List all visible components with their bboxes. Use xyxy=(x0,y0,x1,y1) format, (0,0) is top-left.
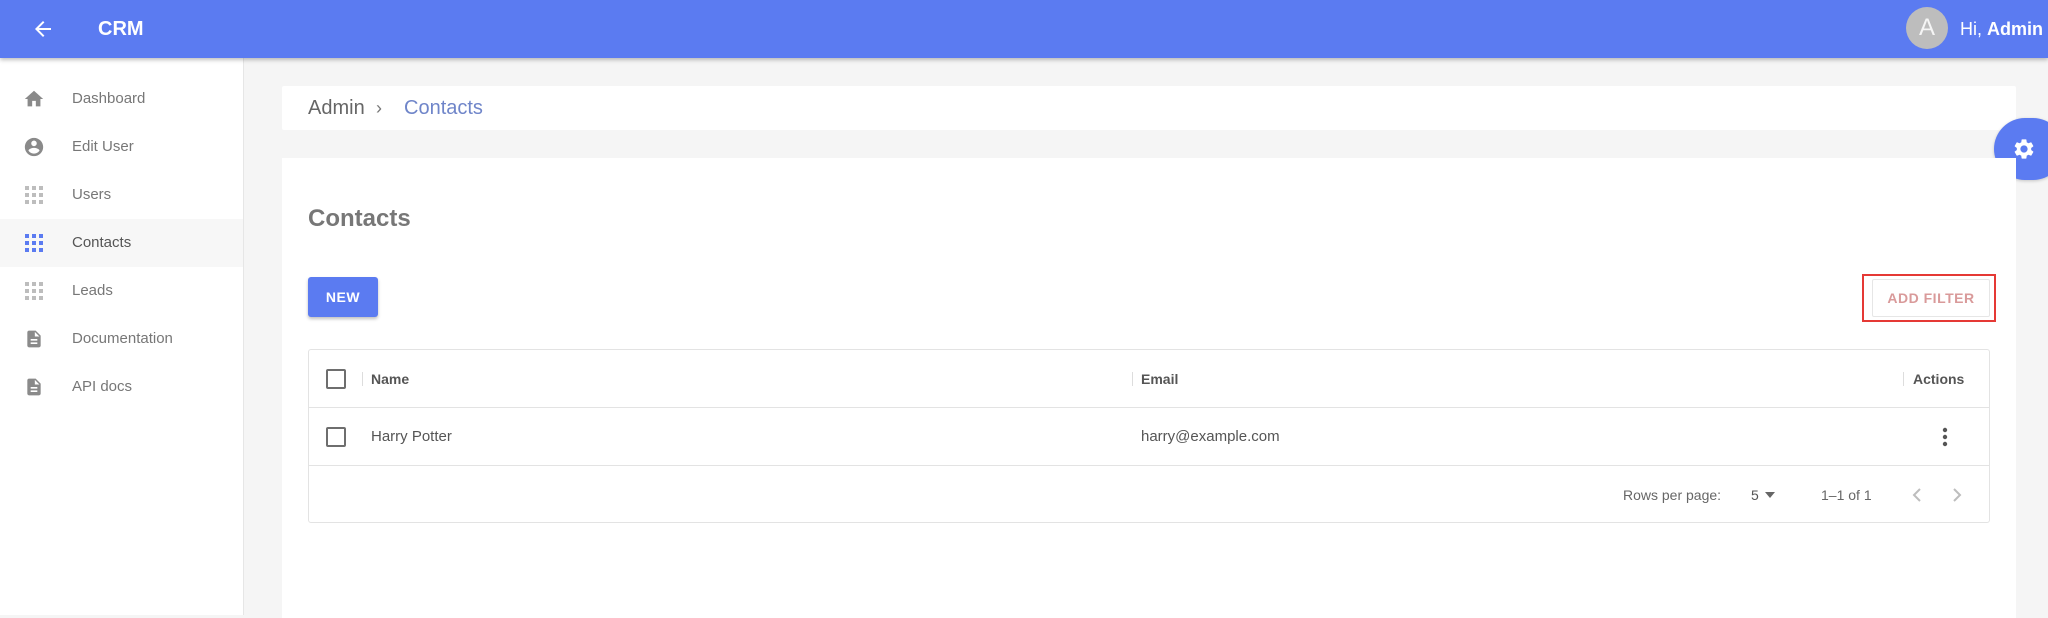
table-row[interactable]: Harry Potter harry@example.com xyxy=(309,408,1989,466)
next-page-button[interactable] xyxy=(1943,481,1971,509)
table-header-row: Name Email Actions xyxy=(309,350,1989,408)
sidebar-item-api-docs[interactable]: API docs xyxy=(0,363,243,411)
contacts-table: Name Email Actions Harry Potter harry@ex… xyxy=(308,349,1990,523)
column-header-email[interactable]: Email xyxy=(1141,369,1178,389)
sidebar-item-label: Edit User xyxy=(72,138,134,155)
chevron-left-icon xyxy=(1912,488,1921,502)
breadcrumb-current: Contacts xyxy=(404,97,483,119)
sidebar-item-users[interactable]: Users xyxy=(0,171,243,219)
select-all-checkbox[interactable] xyxy=(326,369,346,389)
breadcrumb-separator: › xyxy=(376,98,382,118)
column-header-name[interactable]: Name xyxy=(371,369,409,389)
sidebar-item-label: Contacts xyxy=(72,234,132,251)
home-icon xyxy=(22,87,46,111)
sidebar-item-leads[interactable]: Leads xyxy=(0,267,243,315)
sidebar-item-label: Dashboard xyxy=(72,90,146,107)
breadcrumb-root[interactable]: Admin xyxy=(308,96,365,120)
sidebar-item-contacts[interactable]: Contacts xyxy=(0,219,243,267)
contact-email: harry@example.com xyxy=(1141,428,1280,445)
back-button[interactable] xyxy=(26,12,60,46)
caret-down-icon xyxy=(1764,492,1775,498)
grid-icon xyxy=(22,183,46,207)
sidebar-item-label: Documentation xyxy=(72,330,173,347)
grid-icon xyxy=(22,279,46,303)
user-greeting[interactable]: Hi, Admin xyxy=(1960,14,2043,44)
chevron-right-icon xyxy=(1953,488,1962,502)
table-pagination: Rows per page: 5 1–1 of 1 xyxy=(309,467,1989,523)
sidebar: Dashboard Edit User Users Contacts Leads… xyxy=(0,58,244,615)
greeting-name: Admin xyxy=(1987,19,2043,39)
grid-icon xyxy=(22,231,46,255)
document-icon xyxy=(22,327,46,351)
account-circle-icon xyxy=(22,135,46,159)
document-icon xyxy=(22,375,46,399)
sidebar-item-label: Users xyxy=(72,186,112,203)
rows-per-page-value: 5 xyxy=(1751,487,1759,503)
page-title: Contacts xyxy=(308,205,411,232)
app-title: CRM xyxy=(98,18,144,40)
avatar[interactable]: A xyxy=(1906,7,1948,49)
sidebar-item-dashboard[interactable]: Dashboard xyxy=(0,75,243,123)
column-divider xyxy=(1903,372,1904,386)
sidebar-item-label: API docs xyxy=(72,378,133,395)
add-filter-button[interactable]: ADD FILTER xyxy=(1872,279,1990,317)
rows-per-page-label: Rows per page: xyxy=(1623,487,1722,503)
sidebar-item-documentation[interactable]: Documentation xyxy=(0,315,243,363)
row-actions-button[interactable] xyxy=(1933,425,1957,449)
new-button[interactable]: NEW xyxy=(308,277,378,317)
breadcrumb: Admin › Contacts xyxy=(282,86,2016,130)
rows-per-page-select[interactable]: 5 xyxy=(1751,481,1797,509)
more-vertical-icon xyxy=(1942,427,1948,447)
sidebar-item-label: Leads xyxy=(72,282,113,299)
pagination-range: 1–1 of 1 xyxy=(1821,487,1872,503)
contact-name: Harry Potter xyxy=(371,428,452,445)
sidebar-item-edit-user[interactable]: Edit User xyxy=(0,123,243,171)
column-header-actions: Actions xyxy=(1913,371,1965,387)
row-checkbox[interactable] xyxy=(326,427,346,447)
arrow-left-icon xyxy=(35,21,51,37)
previous-page-button[interactable] xyxy=(1903,481,1931,509)
column-divider xyxy=(1132,372,1133,386)
column-divider xyxy=(362,372,363,386)
app-bar: CRM A Hi, Admin xyxy=(0,0,2048,58)
greeting-prefix: Hi, xyxy=(1960,19,1987,39)
contacts-panel: Contacts NEW ADD FILTER Name Email Actio… xyxy=(282,158,2016,618)
